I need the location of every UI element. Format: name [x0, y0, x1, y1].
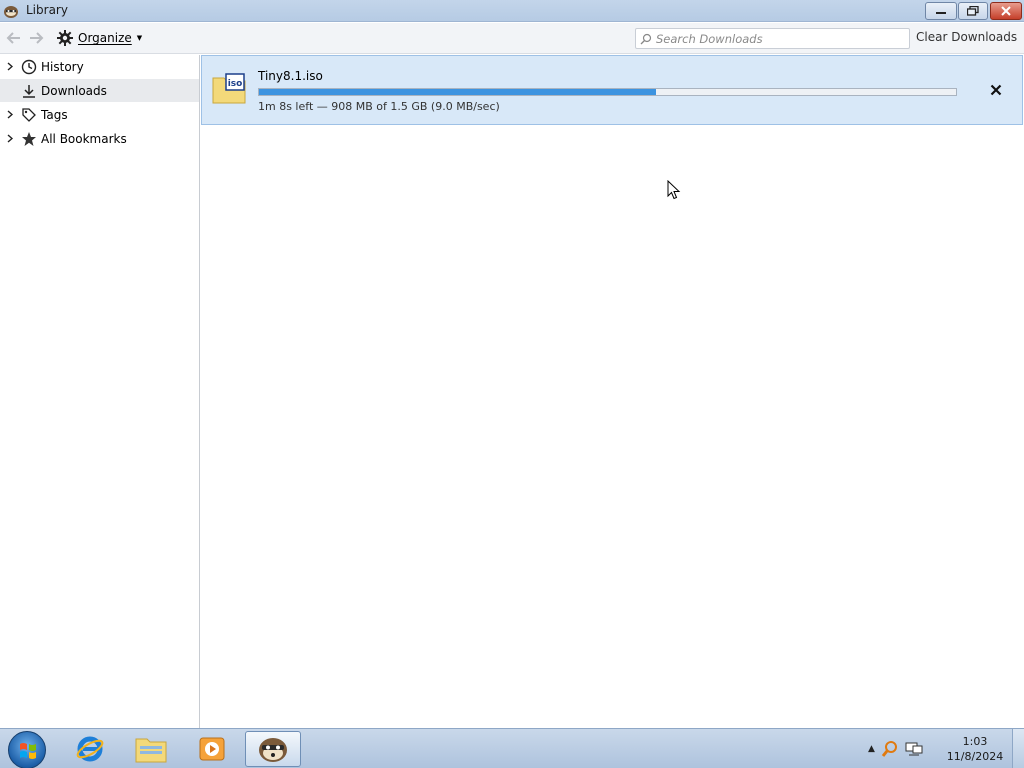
close-icon — [1001, 6, 1011, 16]
taskbar-file-explorer[interactable] — [123, 731, 179, 767]
back-button[interactable] — [4, 29, 24, 47]
clear-downloads-button[interactable]: Clear Downloads — [916, 30, 1017, 44]
taskbar-internet-explorer[interactable] — [62, 731, 118, 767]
taskbar-firefox[interactable] — [245, 731, 301, 767]
sidebar-item-label: Downloads — [41, 83, 107, 98]
arrow-right-icon — [30, 32, 44, 44]
chevron-down-icon: ▼ — [136, 34, 143, 42]
mouse-cursor-icon — [667, 180, 681, 200]
sidebar-item-downloads[interactable]: Downloads — [0, 79, 199, 102]
organize-label: Organize — [78, 31, 132, 45]
search-input[interactable] — [656, 31, 896, 46]
clock-icon — [20, 58, 38, 76]
clock-time: 1:03 — [962, 735, 988, 748]
download-status: 1m 8s left — 908 MB of 1.5 GB (9.0 MB/se… — [258, 100, 500, 113]
svg-text:iso: iso — [228, 79, 243, 89]
sidebar-item-label: Tags — [41, 107, 68, 122]
windows-logo-icon — [20, 743, 36, 759]
chevron-right-icon[interactable] — [5, 62, 15, 71]
taskbar: ▲ 1:03 11/8/2024 — [0, 728, 1024, 768]
firefox-raccoon-icon — [259, 738, 287, 762]
sidebar-item-history[interactable]: History — [0, 55, 199, 78]
close-window-button[interactable] — [990, 2, 1022, 20]
search-icon — [640, 33, 652, 44]
taskbar-clock[interactable]: 1:03 11/8/2024 — [940, 734, 1010, 764]
show-hidden-icons-button[interactable]: ▲ — [868, 744, 875, 754]
sidebar-item-tags[interactable]: Tags — [0, 103, 199, 126]
iso-file-icon: iso — [212, 72, 246, 104]
network-icon[interactable] — [905, 741, 923, 757]
progress-fill — [259, 89, 657, 95]
download-icon — [20, 82, 38, 100]
cancel-download-button[interactable] — [988, 82, 1004, 98]
minimize-icon — [936, 12, 946, 14]
organize-menu-button[interactable]: Organize ▼ — [56, 28, 142, 48]
start-button[interactable] — [8, 731, 46, 768]
file-explorer-icon — [135, 738, 167, 763]
gear-icon — [57, 30, 73, 46]
sidebar-item-all-bookmarks[interactable]: All Bookmarks — [0, 127, 199, 150]
toolbar: Organize ▼ Clear Downloads — [0, 23, 1024, 54]
search-box[interactable] — [635, 28, 910, 49]
restore-icon — [967, 6, 979, 16]
minimize-button[interactable] — [925, 2, 957, 20]
title-bar: Library — [0, 0, 1024, 22]
forward-button[interactable] — [26, 29, 46, 47]
chevron-right-icon[interactable] — [5, 134, 15, 143]
download-progress-bar — [258, 88, 957, 96]
show-desktop-button[interactable] — [1012, 729, 1024, 768]
firefox-raccoon-icon — [3, 3, 19, 19]
close-icon — [990, 84, 1002, 96]
network-search-icon[interactable] — [881, 740, 899, 758]
clock-date: 11/8/2024 — [946, 750, 1004, 763]
tag-icon — [20, 106, 38, 124]
window-title: Library — [26, 3, 68, 17]
download-item[interactable]: iso Tiny8.1.iso 1m 8s left — 908 MB of 1… — [201, 55, 1023, 125]
restore-button[interactable] — [958, 2, 988, 20]
media-player-icon — [199, 737, 225, 761]
taskbar-media-player[interactable] — [184, 731, 240, 767]
sidebar: History Downloads Tags All Bookmarks — [0, 55, 200, 728]
downloads-list: iso Tiny8.1.iso 1m 8s left — 908 MB of 1… — [201, 55, 1024, 728]
chevron-right-icon[interactable] — [5, 110, 15, 119]
arrow-left-icon — [6, 32, 20, 44]
sidebar-item-label: History — [41, 59, 84, 74]
system-tray: ▲ — [868, 739, 923, 759]
internet-explorer-icon — [76, 736, 104, 762]
sidebar-item-label: All Bookmarks — [41, 131, 127, 146]
star-icon — [20, 130, 38, 148]
download-filename: Tiny8.1.iso — [258, 69, 323, 83]
